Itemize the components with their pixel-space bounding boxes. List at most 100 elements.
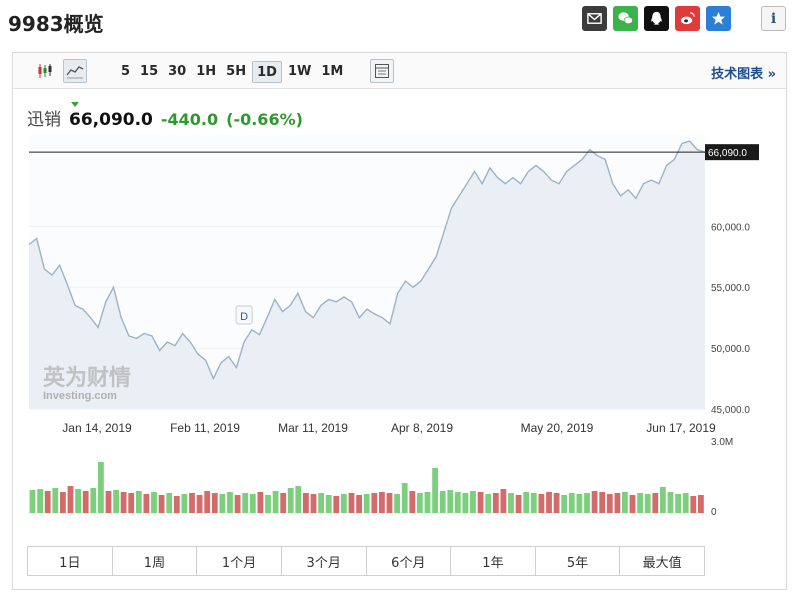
volume-bar bbox=[158, 495, 165, 513]
volume-bar bbox=[508, 493, 514, 513]
volume-bar bbox=[644, 494, 651, 513]
volume-bar bbox=[523, 492, 530, 513]
weibo-share-button[interactable] bbox=[675, 6, 700, 31]
volume-bar bbox=[287, 488, 294, 513]
volume-bar bbox=[82, 491, 89, 513]
volume-bar bbox=[356, 495, 362, 513]
volume-bar bbox=[173, 496, 180, 513]
info-button[interactable]: i bbox=[761, 6, 786, 31]
volume-bar bbox=[553, 493, 560, 513]
x-tick-label: Jun 17, 2019 bbox=[646, 421, 716, 435]
volume-bar bbox=[204, 491, 211, 513]
volume-bar bbox=[698, 495, 704, 513]
volume-bar bbox=[113, 490, 119, 513]
volume-bar bbox=[652, 493, 659, 513]
volume-max-label: 3.0M bbox=[711, 437, 733, 448]
volume-bar bbox=[310, 494, 317, 513]
volume-bar bbox=[227, 492, 233, 513]
volume-bar bbox=[538, 494, 545, 513]
qq-share-button[interactable] bbox=[644, 6, 669, 31]
volume-bar bbox=[341, 494, 347, 513]
page-title: 9983概览 bbox=[8, 12, 104, 36]
volume-bar bbox=[629, 495, 636, 513]
qq-icon bbox=[651, 11, 662, 25]
volume-bar bbox=[211, 493, 218, 513]
share-bar: i bbox=[582, 6, 786, 31]
volume-bar bbox=[37, 489, 43, 513]
range-1-year[interactable]: 1年 bbox=[451, 547, 536, 575]
volume-bar bbox=[690, 496, 697, 513]
volume-bar bbox=[470, 491, 476, 513]
volume-bar bbox=[371, 493, 378, 513]
volume-bar bbox=[234, 495, 241, 513]
volume-bar bbox=[363, 494, 370, 513]
wechat-share-button[interactable] bbox=[613, 6, 638, 31]
volume-bar bbox=[675, 494, 681, 513]
volume-bar bbox=[667, 492, 674, 513]
volume-bar bbox=[333, 496, 340, 513]
y-tick-label: 50,000.0 bbox=[711, 344, 750, 355]
volume-bar bbox=[515, 495, 522, 513]
watermark-brand: 英为财情 bbox=[43, 365, 131, 390]
volume-bar bbox=[189, 493, 195, 513]
range-max[interactable]: 最大值 bbox=[620, 547, 704, 575]
share-spacer bbox=[737, 6, 755, 31]
volume-bar bbox=[660, 487, 666, 513]
volume-bar bbox=[462, 493, 469, 513]
volume-bar bbox=[29, 490, 36, 513]
volume-bar bbox=[295, 486, 302, 513]
y-tick-label: 60,000.0 bbox=[711, 222, 750, 233]
x-tick-label: Jan 14, 2019 bbox=[62, 421, 132, 435]
x-tick-label: May 20, 2019 bbox=[521, 421, 594, 435]
volume-bar bbox=[599, 492, 606, 513]
volume-bar bbox=[379, 492, 385, 513]
volume-bar bbox=[477, 492, 484, 513]
price-chart[interactable]: 45,000.0 50,000.0 55,000.0 60,000.0 66,090.0… bbox=[13, 53, 786, 533]
volume-bar bbox=[143, 494, 150, 513]
y-tick-label: 45,000.0 bbox=[711, 405, 750, 416]
range-5-year[interactable]: 5年 bbox=[535, 547, 621, 575]
volume-bar bbox=[257, 492, 264, 513]
volume-bar bbox=[409, 491, 416, 513]
wechat-icon bbox=[618, 12, 633, 25]
volume-bar bbox=[219, 494, 226, 513]
volume-bar bbox=[128, 493, 135, 513]
email-icon bbox=[587, 13, 602, 24]
volume-bar bbox=[591, 491, 598, 513]
volume-bar bbox=[280, 493, 287, 513]
volume-bar bbox=[90, 488, 97, 513]
volume-bar bbox=[439, 491, 446, 513]
x-tick-label: Apr 8, 2019 bbox=[391, 421, 453, 435]
chart-area[interactable]: 45,000.0 50,000.0 55,000.0 60,000.0 66,090.0… bbox=[13, 53, 786, 537]
volume-bar bbox=[325, 495, 332, 513]
volume-bar bbox=[52, 488, 59, 513]
weibo-icon bbox=[680, 12, 695, 25]
volume-bar bbox=[614, 493, 621, 513]
volume-bar bbox=[265, 495, 271, 513]
range-1-day[interactable]: 1日 bbox=[28, 547, 113, 575]
x-tick-label: Feb 11, 2019 bbox=[170, 421, 240, 435]
favorite-button[interactable] bbox=[706, 6, 731, 31]
volume-bar bbox=[75, 489, 81, 513]
volume-bar bbox=[105, 491, 112, 513]
range-1-week[interactable]: 1周 bbox=[112, 547, 198, 575]
email-share-button[interactable] bbox=[582, 6, 607, 31]
volume-bar bbox=[151, 492, 157, 513]
volume-bar bbox=[485, 494, 492, 513]
volume-bar bbox=[303, 493, 309, 513]
favorite-star-icon bbox=[711, 11, 726, 25]
range-1-month[interactable]: 1个月 bbox=[197, 547, 282, 575]
volume-bar bbox=[561, 495, 568, 513]
x-tick-label: Mar 11, 2019 bbox=[278, 421, 348, 435]
volume-bar bbox=[606, 494, 613, 513]
volume-bar bbox=[622, 492, 628, 513]
volume-bar bbox=[454, 492, 461, 513]
volume-bar bbox=[135, 491, 142, 513]
dividend-marker-label: D bbox=[240, 311, 248, 323]
volume-bar bbox=[181, 494, 188, 513]
range-6-month[interactable]: 6个月 bbox=[366, 547, 452, 575]
volume-bar bbox=[196, 495, 203, 513]
volume-bar bbox=[576, 494, 583, 513]
volume-bar bbox=[348, 493, 355, 513]
range-3-month[interactable]: 3个月 bbox=[281, 547, 367, 575]
